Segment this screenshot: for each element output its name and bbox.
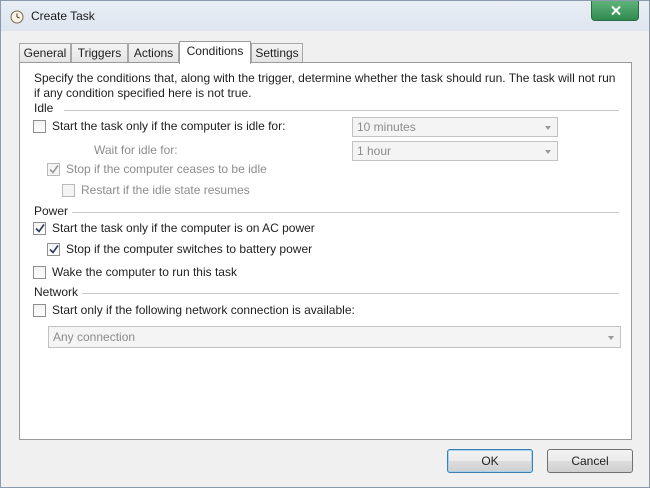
conditions-panel: Specify the conditions that, along with … [19, 62, 632, 440]
close-icon [611, 5, 621, 16]
network-divider [82, 293, 619, 294]
title-bar[interactable]: Create Task [1, 1, 649, 31]
tab-general[interactable]: General [19, 43, 71, 63]
idle-divider [64, 110, 619, 111]
wake-to-run-checkbox[interactable] [33, 266, 46, 279]
wait-duration-combo[interactable]: 1 hour [352, 141, 558, 161]
ac-power-label: Start the task only if the computer is o… [52, 221, 315, 235]
window-title: Create Task [31, 9, 95, 23]
checkmark-icon [49, 165, 59, 174]
idle-duration-value: 10 minutes [357, 120, 416, 134]
stop-on-battery-label: Stop if the computer switches to battery… [66, 242, 313, 256]
require-network-checkbox[interactable] [33, 304, 46, 317]
start-if-idle-checkbox[interactable] [33, 120, 46, 133]
tab-actions[interactable]: Actions [128, 43, 179, 63]
ok-button[interactable]: OK [447, 449, 533, 473]
create-task-dialog: Create Task General Triggers Actions Con… [0, 0, 650, 488]
start-if-idle-label: Start the task only if the computer is i… [52, 119, 286, 133]
stop-on-battery-checkbox[interactable] [47, 243, 60, 256]
power-heading: Power [34, 204, 69, 218]
restart-if-idle-label: Restart if the idle state resumes [81, 183, 250, 197]
ac-power-checkbox[interactable] [33, 222, 46, 235]
tab-triggers[interactable]: Triggers [71, 43, 128, 63]
close-button[interactable] [591, 1, 639, 21]
wake-to-run-label: Wake the computer to run this task [52, 265, 237, 279]
stop-if-not-idle-label: Stop if the computer ceases to be idle [66, 162, 267, 176]
restart-if-idle-checkbox[interactable] [62, 184, 75, 197]
wait-duration-value: 1 hour [357, 144, 392, 158]
checkmark-icon [35, 224, 45, 233]
chevron-down-icon [608, 336, 614, 340]
intro-text: Specify the conditions that, along with … [34, 71, 616, 100]
chevron-down-icon [545, 150, 551, 154]
require-network-label: Start only if the following network conn… [52, 303, 355, 317]
stop-if-not-idle-checkbox[interactable] [47, 163, 60, 176]
power-divider [72, 212, 619, 213]
wait-for-idle-label: Wait for idle for: [94, 143, 178, 157]
idle-duration-combo[interactable]: 10 minutes [352, 117, 558, 137]
tab-conditions[interactable]: Conditions [179, 41, 251, 64]
tab-settings[interactable]: Settings [251, 43, 303, 63]
idle-heading: Idle [34, 101, 54, 115]
cancel-button[interactable]: Cancel [547, 449, 633, 473]
network-heading: Network [34, 285, 79, 299]
chevron-down-icon [545, 126, 551, 130]
checkmark-icon [49, 245, 59, 254]
network-connection-combo[interactable]: Any connection [48, 326, 621, 348]
network-connection-value: Any connection [53, 330, 136, 344]
task-scheduler-clock-icon [10, 10, 24, 24]
